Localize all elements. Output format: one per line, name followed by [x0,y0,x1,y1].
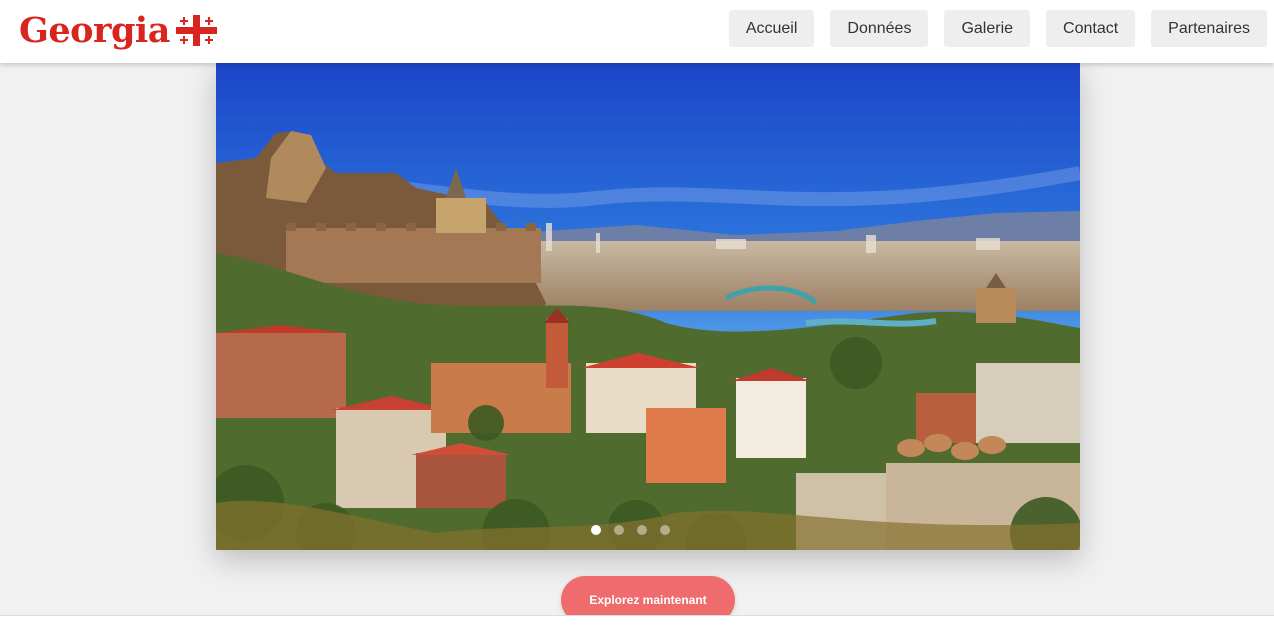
georgian-flag-icon [175,14,217,46]
carousel-dot-1[interactable] [590,525,601,535]
site-header: Georgia Accueil Données Galerie Contact … [0,0,1274,63]
logo-text: Georgia [19,9,170,51]
hero-carousel[interactable] [216,63,1080,550]
nav-accueil[interactable]: Accueil [728,10,815,47]
carousel-indicators [216,525,1062,535]
hero-image-tbilisi [216,63,1080,550]
site-logo[interactable]: Georgia [19,8,217,52]
nav-galerie[interactable]: Galerie [944,10,1031,47]
main-nav: Accueil Données Galerie Contact Partenai… [728,10,1267,47]
carousel-dot-2[interactable] [613,525,624,535]
page-bottom-edge [0,615,1274,636]
nav-partenaires[interactable]: Partenaires [1151,10,1267,47]
nav-contact[interactable]: Contact [1046,10,1136,47]
carousel-dot-4[interactable] [659,525,670,535]
nav-donnees[interactable]: Données [830,10,929,47]
carousel-dot-3[interactable] [636,525,647,535]
